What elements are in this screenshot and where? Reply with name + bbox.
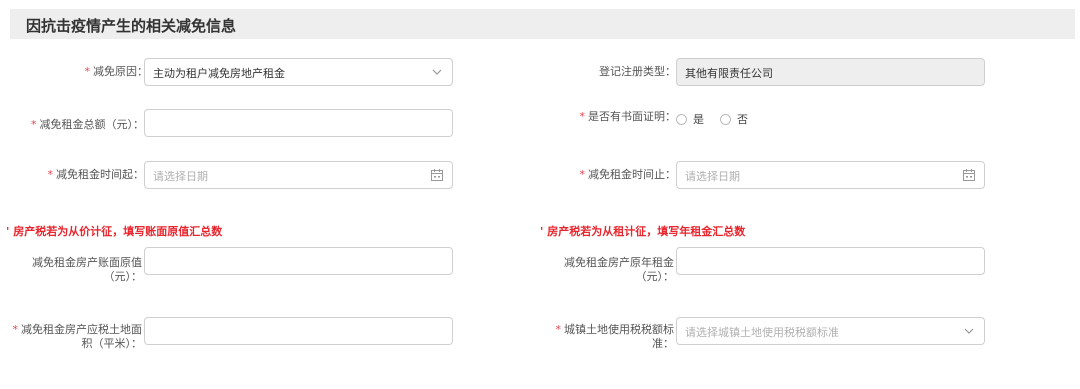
total-rent-input[interactable] bbox=[144, 109, 453, 137]
radio-no-label[interactable]: 否 bbox=[737, 111, 748, 127]
calendar-icon[interactable] bbox=[962, 168, 976, 182]
land-tax-standard-select[interactable]: 请选择城镇土地使用税税额标准 bbox=[676, 317, 985, 345]
reason-select[interactable]: 主动为租户减免房地产租金 bbox=[144, 58, 453, 86]
end-date-placeholder: 请选择日期 bbox=[685, 170, 740, 183]
total-rent-label: * 减免租金总额（元）： bbox=[31, 118, 144, 131]
land-tax-standard-label: * 城镇土地使用税税额标准： bbox=[555, 323, 675, 350]
chevron-down-icon bbox=[432, 69, 442, 75]
written-proof-radio-group: 是 否 bbox=[676, 111, 758, 127]
section-header: 因抗击疫情产生的相关减免信息 bbox=[10, 9, 1075, 39]
radio-yes-label[interactable]: 是 bbox=[693, 111, 704, 127]
note-book-value: ' 房产税若为从价计征，填写账面原值汇总数 bbox=[6, 225, 223, 238]
land-area-input[interactable] bbox=[144, 317, 453, 345]
end-date-picker[interactable]: 请选择日期 bbox=[676, 161, 985, 189]
land-area-label: * 减免租金房产应税土地面积（平米）： bbox=[12, 323, 143, 350]
book-value-input[interactable] bbox=[144, 247, 453, 275]
annual-rent-label: 减免租金房产原年租金（元）： bbox=[564, 256, 674, 283]
reg-type-field: 其他有限责任公司 bbox=[676, 58, 985, 86]
chevron-down-icon bbox=[964, 328, 974, 334]
annual-rent-input[interactable] bbox=[676, 247, 985, 275]
reg-type-value: 其他有限责任公司 bbox=[685, 67, 773, 80]
start-date-label: * 减免租金时间起： bbox=[47, 168, 145, 181]
end-date-label: * 减免租金时间止： bbox=[579, 168, 677, 181]
book-value-label: 减免租金房产账面原值（元）： bbox=[32, 256, 142, 283]
land-tax-standard-placeholder: 请选择城镇土地使用税税额标准 bbox=[685, 326, 839, 339]
radio-yes[interactable] bbox=[676, 113, 687, 125]
written-proof-label: * 是否有书面证明： bbox=[579, 110, 677, 123]
reason-label: * 减免原因： bbox=[84, 65, 149, 78]
start-date-placeholder: 请选择日期 bbox=[153, 170, 208, 183]
start-date-picker[interactable]: 请选择日期 bbox=[144, 161, 453, 189]
radio-no[interactable] bbox=[720, 113, 731, 125]
calendar-icon[interactable] bbox=[430, 168, 444, 182]
reg-type-label: 登记注册类型： bbox=[599, 65, 676, 78]
note-annual-rent: ' 房产税若为从租计征，填写年租金汇总数 bbox=[540, 225, 746, 238]
reason-select-value: 主动为租户减免房地产租金 bbox=[153, 67, 285, 80]
section-title: 因抗击疫情产生的相关减免信息 bbox=[26, 17, 237, 35]
